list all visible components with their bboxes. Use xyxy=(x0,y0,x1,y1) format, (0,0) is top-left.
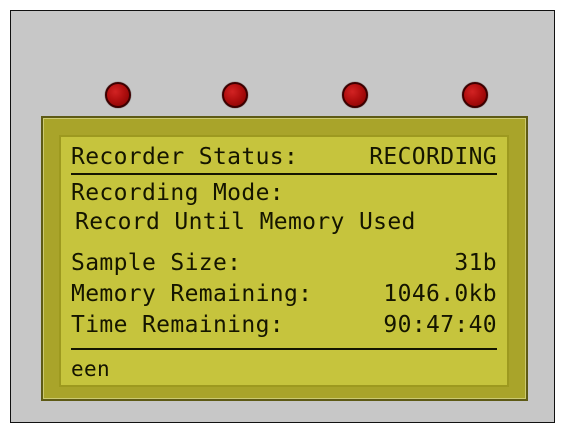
status-led-1 xyxy=(105,82,131,108)
recording-mode-label: Recording Mode: xyxy=(71,180,284,206)
time-remaining-label: Time Remaining: xyxy=(71,312,284,338)
time-remaining-value: 90:47:40 xyxy=(383,312,497,338)
status-led-2 xyxy=(222,82,248,108)
recording-mode-value: Record Until Memory Used xyxy=(75,209,416,235)
memory-remaining-value: 1046.0kb xyxy=(383,281,497,307)
sample-size-row: Sample Size: 31b xyxy=(71,252,497,275)
lcd-bezel: Recorder Status: RECORDING Recording Mod… xyxy=(41,116,528,401)
lcd-footer-text: een xyxy=(71,357,110,381)
sample-size-label: Sample Size: xyxy=(71,250,242,276)
memory-remaining-row: Memory Remaining: 1046.0kb xyxy=(71,283,497,306)
recorder-status-line: Recorder Status: RECORDING xyxy=(71,146,497,169)
lcd-top-divider xyxy=(71,173,497,175)
recorder-status-label: Recorder Status: xyxy=(71,144,299,170)
time-remaining-row: Time Remaining: 90:47:40 xyxy=(71,314,497,337)
recorder-status-value: RECORDING xyxy=(369,144,497,170)
sample-size-value: 31b xyxy=(454,250,497,276)
recorder-device-panel: Recorder Status: RECORDING Recording Mod… xyxy=(10,10,555,423)
lcd-bottom-divider xyxy=(71,348,497,350)
status-led-4 xyxy=(462,82,488,108)
memory-remaining-label: Memory Remaining: xyxy=(71,281,313,307)
status-led-3 xyxy=(342,82,368,108)
lcd-screen: Recorder Status: RECORDING Recording Mod… xyxy=(59,135,509,387)
